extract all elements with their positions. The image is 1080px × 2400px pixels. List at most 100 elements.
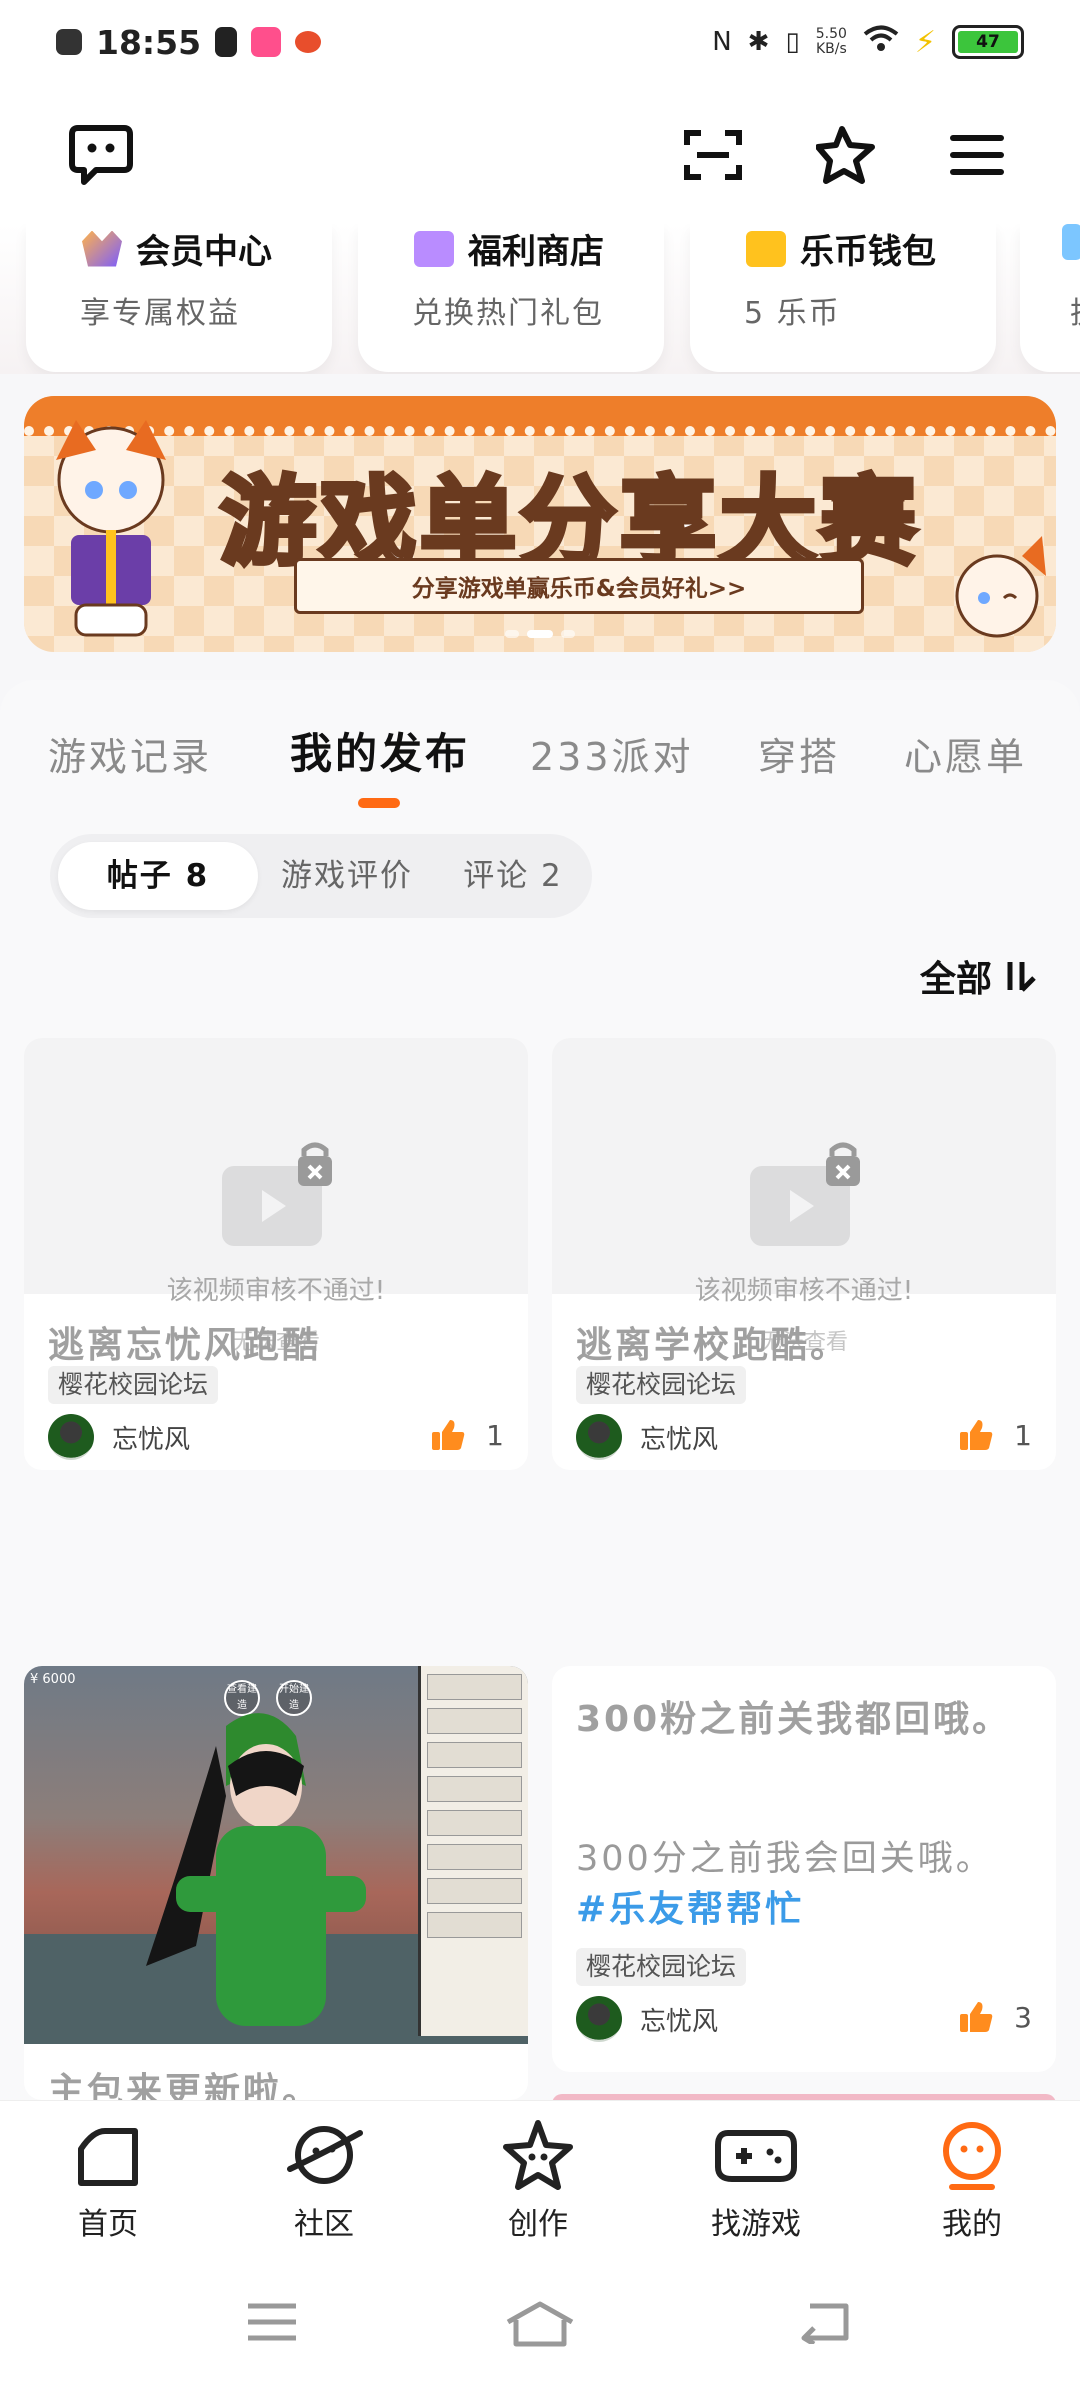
author-name: 忘忧风 bbox=[640, 2006, 719, 2037]
nav-label: 找游戏 bbox=[711, 2207, 801, 2242]
post-card[interactable]: 300粉之前关我都回哦。 300分之前我会回关哦。 #乐友帮帮忙 樱花校园论坛 … bbox=[552, 1666, 1056, 2072]
mascot-illustration bbox=[56, 420, 166, 637]
tab-indicator bbox=[358, 798, 400, 808]
nav-label: 首页 bbox=[78, 2207, 138, 2242]
game-price-label: ¥ 6000 bbox=[30, 1672, 76, 1687]
thumb-up-icon bbox=[960, 2002, 993, 2032]
filter-dropdown[interactable]: 全部 bbox=[920, 950, 1040, 1002]
like-count: 1 bbox=[1014, 1418, 1032, 1452]
tiktok-icon bbox=[215, 27, 238, 57]
partial-card-icon bbox=[1062, 224, 1080, 260]
tab-game-records[interactable]: 游戏记录 bbox=[48, 726, 212, 781]
card-subtitle: 5 乐币 bbox=[744, 296, 841, 331]
profile-icon bbox=[943, 2122, 1001, 2190]
pagination-dot bbox=[505, 630, 519, 638]
segment-comments[interactable]: 评论 2 bbox=[440, 842, 586, 910]
planet-icon bbox=[287, 2126, 363, 2184]
post-card[interactable]: 该视频审核不通过! 无法查看 逃离忘忧风跑酷 樱花校园论坛 忘忧风 1 bbox=[24, 1038, 528, 1470]
post-author[interactable]: 忘忧风 bbox=[48, 1414, 190, 1460]
blocked-message: 该视频审核不通过! bbox=[694, 1276, 914, 1306]
bluetooth-icon: ✱ bbox=[747, 27, 770, 57]
tab-my-posts[interactable]: 我的发布 bbox=[290, 720, 470, 781]
video-locked-icon bbox=[222, 1142, 332, 1246]
post-author[interactable]: 忘忧风 bbox=[576, 1996, 718, 2042]
post-tag[interactable]: 樱花校园论坛 bbox=[576, 1366, 747, 1404]
post-author[interactable]: 忘忧风 bbox=[576, 1414, 718, 1460]
post-type-segmented: 帖子 8 游戏评价 评论 2 bbox=[50, 834, 592, 918]
post-media-blocked: 该视频审核不通过! 无法查看 bbox=[24, 1038, 528, 1355]
system-navigation-bar bbox=[0, 2260, 1080, 2400]
post-body: 300分之前我会回关哦。 bbox=[576, 1839, 994, 1879]
recent-apps-button[interactable] bbox=[244, 2300, 300, 2348]
like-button[interactable]: 1 bbox=[430, 1418, 504, 1452]
card-title: 会员中心 bbox=[136, 232, 272, 272]
nav-community[interactable]: 社区 bbox=[244, 2119, 404, 2243]
scan-icon[interactable] bbox=[678, 120, 748, 190]
like-count: 1 bbox=[486, 1418, 504, 1452]
home-button[interactable] bbox=[504, 2300, 576, 2352]
avatar bbox=[576, 1414, 622, 1460]
status-bar: 18:55 N ✱ ▯ 5.50 KB/s ⚡ 47 bbox=[0, 0, 1080, 84]
post-title: 逃离学校跑酷。 bbox=[576, 1325, 850, 1366]
nav-create[interactable]: 创作 bbox=[458, 2119, 618, 2243]
tab-233-party[interactable]: 233派对 bbox=[530, 726, 694, 781]
like-button[interactable]: 1 bbox=[958, 1418, 1032, 1452]
gift-icon bbox=[414, 230, 454, 267]
nav-label: 创作 bbox=[508, 2207, 568, 2242]
charging-icon: ⚡ bbox=[914, 24, 936, 60]
home-icon bbox=[78, 2128, 138, 2186]
segment-game-reviews[interactable]: 游戏评价 bbox=[262, 842, 432, 910]
nav-label: 我的 bbox=[942, 2207, 1002, 2242]
post-card[interactable]: ¥ 6000 查看建造 开始建造 主包来更新啦。 bbox=[24, 1666, 528, 2100]
nav-me[interactable]: 我的 bbox=[892, 2119, 1052, 2243]
post-hashtag[interactable]: #乐友帮帮忙 bbox=[576, 1880, 804, 1932]
wallet-icon bbox=[746, 230, 786, 267]
chat-icon[interactable] bbox=[66, 120, 136, 190]
post-media-blocked: 该视频审核不通过! 无法查看 bbox=[552, 1038, 1056, 1355]
pagination-dot bbox=[561, 630, 575, 638]
tab-outfits[interactable]: 穿搭 bbox=[758, 726, 840, 781]
blocked-message: 该视频审核不通过! bbox=[166, 1276, 386, 1306]
sort-icon bbox=[1007, 962, 1036, 992]
partial-card[interactable]: 执 bbox=[1020, 224, 1080, 372]
back-button[interactable] bbox=[796, 2300, 852, 2348]
card-subtitle: 兑换热门礼包 bbox=[412, 296, 604, 331]
system-home-icon bbox=[506, 2301, 574, 2347]
game-character-illustration bbox=[146, 1713, 366, 2026]
like-button[interactable]: 3 bbox=[958, 2000, 1032, 2034]
post-title: 逃离忘忧风跑酷 bbox=[48, 1325, 322, 1366]
thumb-up-icon bbox=[432, 1420, 465, 1450]
battery-indicator: 47 bbox=[952, 25, 1024, 59]
card-title: 乐币钱包 bbox=[800, 232, 936, 272]
avatar bbox=[576, 1996, 622, 2042]
nav-find-games[interactable]: 找游戏 bbox=[676, 2119, 836, 2243]
nfc-icon: N bbox=[712, 27, 732, 57]
author-name: 忘忧风 bbox=[640, 1424, 719, 1455]
nav-home[interactable]: 首页 bbox=[28, 2119, 188, 2243]
coin-wallet-card[interactable]: 乐币钱包 5 乐币 bbox=[690, 224, 996, 372]
post-tag[interactable]: 樱花校园论坛 bbox=[48, 1366, 219, 1404]
post-tag[interactable]: 樱花校园论坛 bbox=[576, 1948, 747, 1986]
banner-pagination bbox=[505, 630, 575, 638]
shortcut-row: 会员中心 享专属权益 福利商店 兑换热门礼包 乐币钱包 5 乐币 执 bbox=[0, 224, 1080, 374]
game-side-panel bbox=[418, 1666, 528, 2036]
tab-wishlist[interactable]: 心愿单 bbox=[904, 726, 1027, 781]
event-banner[interactable]: 游戏单分享大赛 分享游戏单赢乐币&会员好礼>> bbox=[24, 396, 1056, 652]
create-star-icon bbox=[503, 2120, 573, 2190]
welfare-store-card[interactable]: 福利商店 兑换热门礼包 bbox=[358, 224, 664, 372]
nav-label: 社区 bbox=[294, 2207, 354, 2242]
post-card[interactable]: 该视频审核不通过! 无法查看 逃离学校跑酷。 樱花校园论坛 忘忧风 1 bbox=[552, 1038, 1056, 1470]
menu-icon[interactable] bbox=[942, 120, 1012, 190]
avatar bbox=[48, 1414, 94, 1460]
recents-icon bbox=[248, 2303, 296, 2341]
star-icon[interactable] bbox=[812, 120, 882, 190]
profile-tabs: 游戏记录 我的发布 233派对 穿搭 心愿单 bbox=[0, 720, 1080, 800]
bottom-nav: 首页 社区 创作 找游戏 我的 bbox=[0, 2100, 1080, 2260]
filter-label: 全部 bbox=[919, 959, 992, 1000]
card-subtitle: 执 bbox=[1070, 288, 1080, 332]
segment-posts[interactable]: 帖子 8 bbox=[58, 842, 258, 910]
banner-subtitle: 分享游戏单赢乐币&会员好礼>> bbox=[294, 558, 864, 614]
post-image: ¥ 6000 查看建造 开始建造 bbox=[24, 1666, 528, 2044]
crown-icon bbox=[82, 230, 122, 267]
member-center-card[interactable]: 会员中心 享专属权益 bbox=[26, 224, 332, 372]
